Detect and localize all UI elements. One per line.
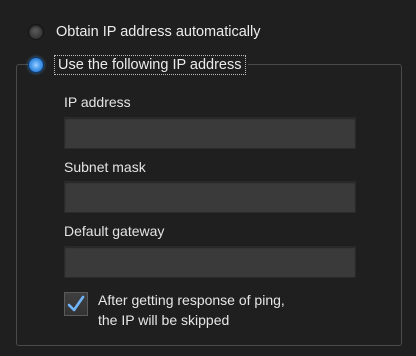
radio-button-selected[interactable] bbox=[28, 57, 44, 73]
skip-ip-on-ping-line1: After getting response of ping, bbox=[98, 292, 285, 308]
skip-ip-on-ping-checkbox[interactable] bbox=[64, 292, 88, 316]
ip-settings-panel: Obtain IP address automatically Use the … bbox=[0, 0, 416, 356]
skip-ip-on-ping-line2: the IP will be skipped bbox=[98, 312, 230, 328]
skip-ip-on-ping-label: After getting response of ping, the IP w… bbox=[98, 290, 285, 330]
ip-address-label: IP address bbox=[64, 94, 131, 110]
checkmark-icon bbox=[67, 295, 85, 312]
default-gateway-label: Default gateway bbox=[64, 223, 165, 239]
ip-address-input[interactable] bbox=[64, 117, 356, 149]
subnet-mask-label: Subnet mask bbox=[64, 159, 146, 175]
radio-use-following[interactable]: Use the following IP address bbox=[28, 53, 248, 77]
subnet-mask-input[interactable] bbox=[64, 181, 356, 213]
radio-obtain-automatically[interactable]: Obtain IP address automatically bbox=[28, 20, 260, 44]
default-gateway-input[interactable] bbox=[64, 246, 356, 278]
radio-use-following-label: Use the following IP address bbox=[54, 55, 246, 75]
radio-button-unselected[interactable] bbox=[28, 24, 44, 40]
radio-obtain-automatically-label: Obtain IP address automatically bbox=[56, 24, 261, 40]
